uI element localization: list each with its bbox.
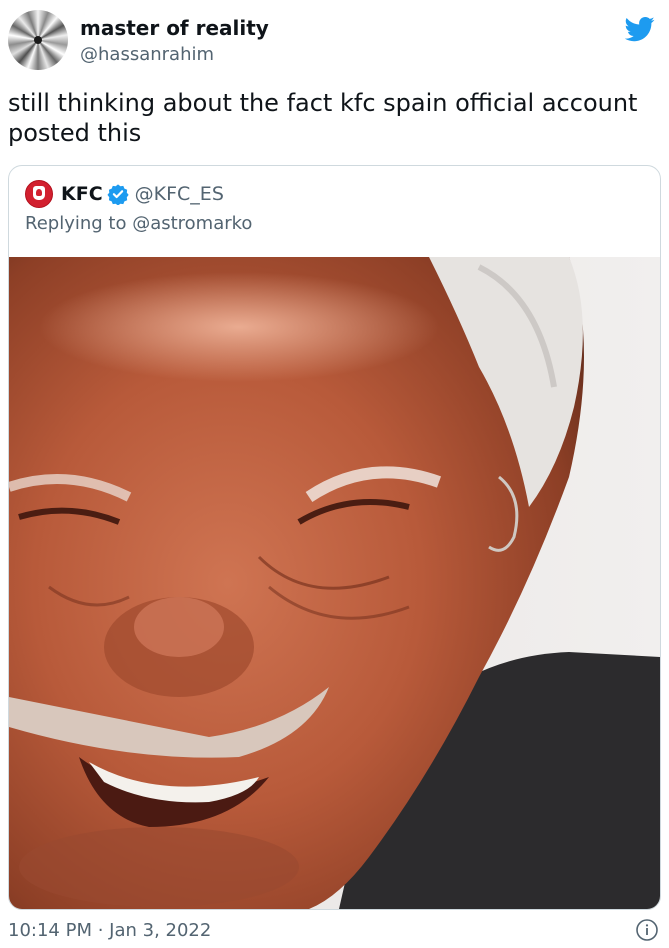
verified-badge-icon bbox=[107, 184, 129, 205]
author-handle[interactable]: @hassanrahim bbox=[80, 44, 214, 65]
twitter-bird-icon[interactable] bbox=[625, 14, 655, 44]
quoted-tweet[interactable]: KFC @KFC_ES Replying to @astromarko bbox=[8, 165, 661, 910]
tweet-header: master of reality @hassanrahim bbox=[8, 10, 661, 74]
quoted-photo[interactable] bbox=[9, 257, 660, 909]
distorted-face-photo bbox=[9, 257, 660, 909]
kfc-avatar[interactable] bbox=[25, 180, 53, 208]
quoted-tweet-header: KFC @KFC_ES bbox=[25, 180, 224, 208]
avatar[interactable] bbox=[8, 10, 68, 70]
quoted-display-name[interactable]: KFC bbox=[61, 183, 103, 205]
info-icon[interactable] bbox=[635, 918, 659, 942]
tweet-text: still thinking about the fact kfc spain … bbox=[8, 89, 638, 147]
replying-to[interactable]: Replying to @astromarko bbox=[25, 213, 252, 234]
quoted-handle[interactable]: @KFC_ES bbox=[135, 183, 224, 205]
tweet-timestamp[interactable]: 10:14 PM · Jan 3, 2022 bbox=[8, 920, 211, 941]
author-display-name[interactable]: master of reality bbox=[80, 16, 269, 40]
